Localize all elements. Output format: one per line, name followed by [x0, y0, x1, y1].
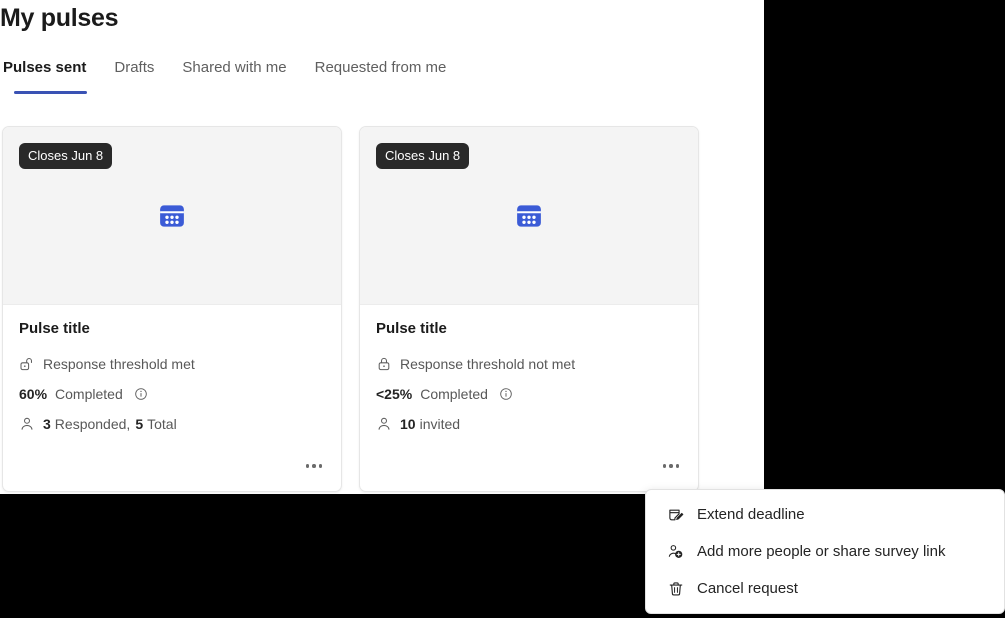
- card-title: Pulse title: [376, 319, 682, 339]
- tab-bar: Pulses sent Drafts Shared with me Reques…: [0, 54, 460, 96]
- person-add-icon: [667, 543, 685, 561]
- completion-row: 60% Completed: [19, 385, 325, 403]
- menu-item-cancel-request[interactable]: Cancel request: [646, 570, 1004, 607]
- tab-active-underline: [14, 91, 87, 94]
- unlocked-padlock-icon: [19, 356, 35, 372]
- total-count: 5: [135, 415, 143, 433]
- menu-item-label: Cancel request: [697, 578, 798, 599]
- menu-item-label: Extend deadline: [697, 504, 805, 525]
- invited-count: 10: [400, 415, 416, 433]
- pulse-card[interactable]: Closes Jun 8 Pulse title Respon: [359, 126, 699, 492]
- pulse-card[interactable]: Closes Jun 8 Pulse title Respon: [2, 126, 342, 492]
- calendar-icon: [157, 201, 187, 231]
- responded-count: 3: [43, 415, 51, 433]
- info-icon[interactable]: [134, 387, 148, 401]
- invited-label: invited: [420, 415, 460, 433]
- threshold-row: Response threshold not met: [376, 355, 682, 373]
- completion-row: <25% Completed: [376, 385, 682, 403]
- card-context-menu: Extend deadline Add more people or share…: [645, 489, 1005, 614]
- closes-badge: Closes Jun 8: [19, 143, 112, 169]
- card-media: Closes Jun 8: [3, 127, 341, 305]
- app-screen: My pulses Pulses sent Drafts Shared with…: [0, 0, 1005, 618]
- closes-badge: Closes Jun 8: [376, 143, 469, 169]
- more-options-icon[interactable]: [299, 453, 329, 479]
- calendar-icon: [514, 201, 544, 231]
- threshold-text: Response threshold met: [43, 355, 195, 373]
- masked-region-right: [764, 0, 1005, 494]
- completion-label: Completed: [55, 385, 123, 403]
- edit-document-icon: [667, 506, 685, 524]
- threshold-text: Response threshold not met: [400, 355, 575, 373]
- person-icon: [19, 416, 35, 432]
- participants-row: 3 Responded, 5 Total: [19, 415, 325, 433]
- tab-drafts[interactable]: Drafts: [100, 54, 168, 82]
- trash-icon: [667, 580, 685, 598]
- tab-label: Pulses sent: [3, 59, 86, 76]
- menu-item-add-people[interactable]: Add more people or share survey link: [646, 533, 1004, 570]
- card-title: Pulse title: [19, 319, 325, 339]
- total-label: Total: [147, 415, 177, 433]
- completion-value: <25%: [376, 385, 412, 403]
- participants-row: 10 invited: [376, 415, 682, 433]
- responded-label: Responded,: [55, 415, 131, 433]
- tab-label: Requested from me: [315, 59, 447, 76]
- more-options-icon[interactable]: [656, 453, 686, 479]
- menu-item-label: Add more people or share survey link: [697, 541, 945, 562]
- tab-requested-from-me[interactable]: Requested from me: [301, 54, 461, 82]
- info-icon[interactable]: [499, 387, 513, 401]
- tab-shared-with-me[interactable]: Shared with me: [168, 54, 300, 82]
- tab-label: Drafts: [114, 59, 154, 76]
- tab-label: Shared with me: [182, 59, 286, 76]
- tab-pulses-sent[interactable]: Pulses sent: [0, 54, 100, 82]
- menu-item-extend-deadline[interactable]: Extend deadline: [646, 496, 1004, 533]
- person-icon: [376, 416, 392, 432]
- page-title: My pulses: [0, 0, 118, 36]
- completion-label: Completed: [420, 385, 488, 403]
- locked-padlock-icon: [376, 356, 392, 372]
- card-body: Pulse title Response threshold not met <…: [360, 305, 698, 492]
- threshold-row: Response threshold met: [19, 355, 325, 373]
- completion-value: 60%: [19, 385, 47, 403]
- card-media: Closes Jun 8: [360, 127, 698, 305]
- card-body: Pulse title Response threshold met 60% C…: [3, 305, 341, 492]
